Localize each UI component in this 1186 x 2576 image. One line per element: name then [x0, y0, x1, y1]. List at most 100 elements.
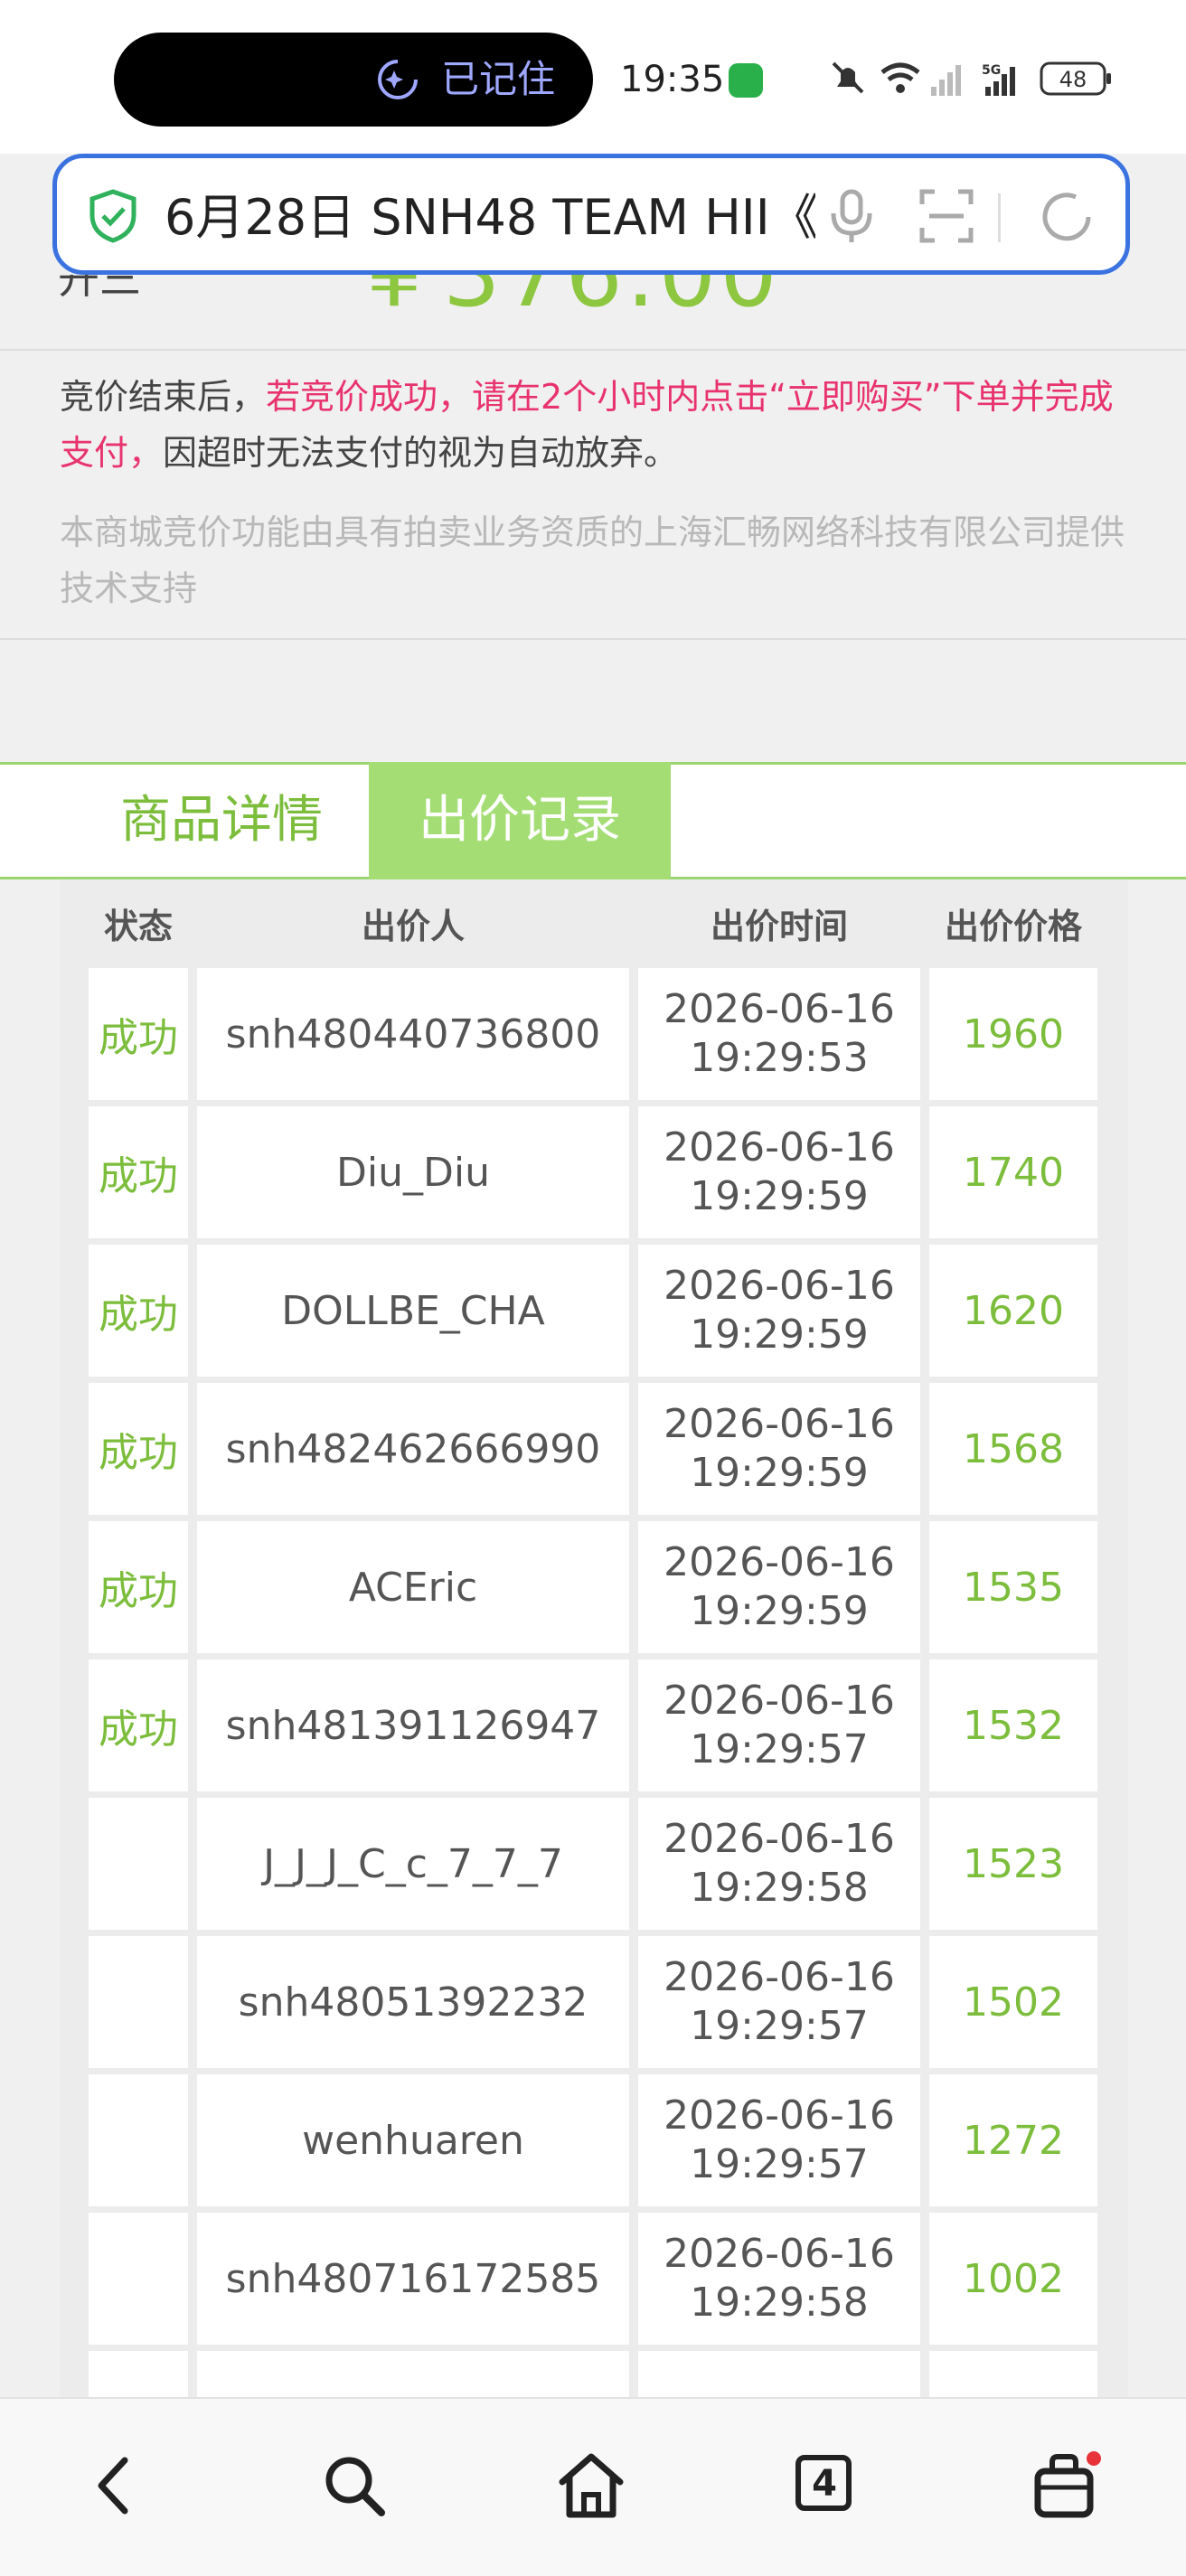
url-text[interactable]: 6月28日 SNH48 TEAM HII《: [165, 188, 815, 248]
bid-time: 2026-06-16 19:29:59: [638, 1521, 920, 1653]
url-divider: [998, 193, 1001, 242]
bid-time: 2026-06-16 19:29:53: [638, 968, 920, 1100]
bid-table: 状态 出价人 出价时间 出价价格 成功 snh480440736800 2026-0…: [60, 879, 1128, 2398]
bidder-name: DOLLBE_CHA: [197, 1245, 629, 1377]
bid-date: 2026-06-16: [664, 1539, 895, 1585]
svg-text:5G: 5G: [982, 63, 1001, 78]
price-strip: 开三 ￥376.00: [0, 275, 1186, 351]
bid-time: 2026-06-16 19:29:58: [638, 1798, 920, 1930]
bid-status: 成功: [89, 1245, 188, 1377]
table-row: snh48051392232 2026-06-16 19:29:57 1502: [89, 1936, 1097, 2068]
bidder-name: snh480716172585: [197, 2213, 629, 2345]
price-label: 开三: [58, 275, 141, 303]
bid-date: 2026-06-16: [664, 1401, 895, 1447]
table-row: 成功 snh481391126947 2026-06-16 19:29:57 1532: [89, 1659, 1097, 1791]
bid-status: 成功: [89, 1106, 188, 1238]
bid-price: 1272: [929, 2074, 1097, 2206]
notice-part2: 因超时无法支付的视为自动放弃。: [163, 433, 679, 473]
bid-date: 2026-06-16: [664, 2231, 895, 2277]
bidder-name: [197, 2351, 629, 2398]
bid-time: 2026-06-16: [638, 2351, 920, 2398]
divider: [0, 638, 1186, 640]
tabs-icon[interactable]: 4: [795, 2449, 868, 2522]
table-row: 成功 DOLLBE_CHA 2026-06-16 19:29:59 1620: [89, 1245, 1097, 1377]
bid-date: 2026-06-16: [664, 1816, 895, 1862]
home-icon[interactable]: [555, 2449, 627, 2522]
bid-status: 成功: [89, 1521, 188, 1653]
bid-status: [89, 2074, 188, 2206]
bid-clock-time: 19:29:57: [690, 2141, 869, 2187]
bid-date: 2026-06-16: [664, 1954, 895, 2000]
bidder-name: snh480440736800: [197, 968, 629, 1100]
bidder-name: J_J_J_C_c_7_7_7: [197, 1798, 629, 1930]
bid-date: 2026-06-16: [664, 1678, 895, 1724]
search-icon[interactable]: [318, 2449, 391, 2522]
header-bidder: 出价人: [361, 907, 465, 946]
wechat-icon: [729, 63, 763, 98]
bidder-name: snh482462666990: [197, 1383, 629, 1515]
microphone-icon[interactable]: [824, 186, 879, 246]
bid-price: 1532: [929, 1659, 1097, 1791]
bid-price: 1002: [929, 2213, 1097, 2345]
bid-status: [89, 2213, 188, 2345]
bid-status: [89, 2351, 188, 2398]
bid-status: 成功: [89, 1659, 188, 1791]
tab-bid-records[interactable]: 出价记录: [369, 762, 671, 879]
shield-check-icon[interactable]: [87, 188, 139, 244]
bid-time: 2026-06-16 19:29:58: [638, 2213, 920, 2345]
bidder-name: snh48051392232: [197, 1936, 629, 2068]
bid-clock-time: 19:29:59: [690, 1588, 869, 1634]
svg-text:48: 48: [1059, 67, 1087, 92]
table-row: snh480716172585 2026-06-16 19:29:58 1002: [89, 2213, 1097, 2345]
bidder-name: snh481391126947: [197, 1659, 629, 1791]
status-icons: 5G 48: [832, 61, 1111, 96]
pill-label: 已记住: [441, 57, 556, 101]
memory-sparkle-icon: [378, 60, 418, 99]
bid-clock-time: 19:29:53: [690, 1035, 869, 1081]
tech-support-disclaimer: 本商城竞价功能由具有拍卖业务资质的上海汇畅网络科技有限公司提供技术支持: [60, 512, 1125, 608]
bid-date: 2026-06-16: [664, 2092, 895, 2139]
header-status: 状态: [103, 907, 173, 946]
bid-status: 成功: [89, 968, 188, 1100]
bid-notice: 竞价结束后，若竞价成功，请在2个小时内点击“立即购买”下单并完成支付，因超时无法…: [60, 369, 1135, 481]
reload-icon[interactable]: [1036, 186, 1097, 248]
bid-time: 2026-06-16 19:29:57: [638, 2074, 920, 2206]
bid-price: 1535: [929, 1521, 1097, 1653]
bid-price: 1523: [929, 1798, 1097, 1930]
bid-date: 2026-06-16: [664, 986, 895, 1032]
bid-price: 1620: [929, 1245, 1097, 1377]
bid-price: 1960: [929, 968, 1097, 1100]
mute-icon: [832, 61, 864, 94]
bag-icon[interactable]: [1031, 2449, 1103, 2522]
table-row: 成功 Diu_Diu 2026-06-16 19:29:59 1740: [89, 1106, 1097, 1238]
bid-price: 1568: [929, 1383, 1097, 1515]
bid-price: 1740: [929, 1106, 1097, 1238]
bid-clock-time: 19:29:59: [690, 1173, 869, 1219]
bid-time: 2026-06-16 19:29:57: [638, 1659, 920, 1791]
scan-icon[interactable]: [917, 186, 976, 246]
header-time: 出价时间: [710, 907, 848, 946]
table-row: wenhuaren 2026-06-16 19:29:57 1272: [89, 2074, 1097, 2206]
bid-clock-time: 19:29:59: [690, 1312, 869, 1358]
bid-time: 2026-06-16 19:29:59: [638, 1106, 920, 1238]
tab-product-detail[interactable]: 商品详情: [72, 762, 371, 879]
current-price: ￥376.00: [349, 275, 781, 329]
wifi-icon: [880, 62, 920, 93]
table-row: J_J_J_C_c_7_7_7 2026-06-16 19:29:58 1523: [89, 1798, 1097, 1930]
bid-status: 成功: [89, 1383, 188, 1515]
battery-icon: 48: [1040, 61, 1111, 96]
bid-price: [929, 2351, 1097, 2398]
table-row: 成功 ACEric 2026-06-16 19:29:59 1535: [89, 1521, 1097, 1653]
bid-date: 2026-06-16: [664, 1263, 895, 1309]
bid-clock-time: 19:29:59: [690, 1450, 869, 1496]
clock: 19:35: [620, 59, 725, 100]
bid-time: 2026-06-16 19:29:57: [638, 1936, 920, 2068]
bidder-name: Diu_Diu: [197, 1106, 629, 1238]
bid-clock-time: 19:29:58: [690, 1865, 869, 1911]
table-row: 2026-06-16: [89, 2351, 1097, 2398]
bid-clock-time: 19:29:58: [690, 2280, 869, 2326]
tab-count: 4: [812, 2463, 837, 2505]
header-price: 出价价格: [944, 907, 1082, 946]
back-icon[interactable]: [81, 2449, 154, 2522]
notice-part1: 竞价结束后，: [60, 377, 267, 417]
